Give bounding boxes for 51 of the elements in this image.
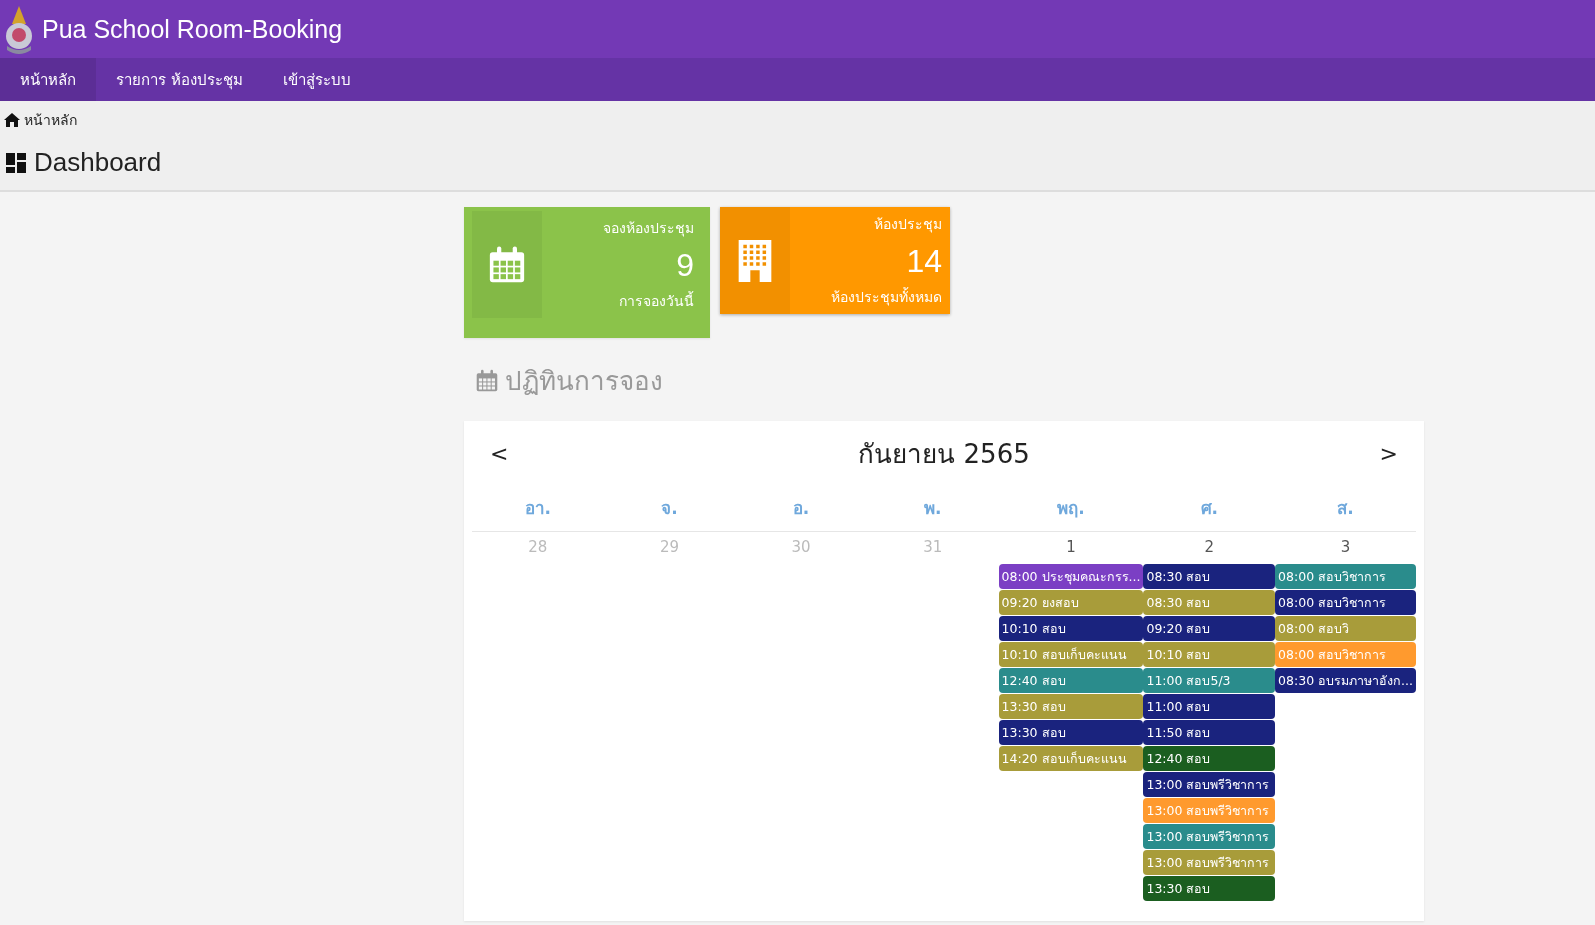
calendar-event[interactable]: 10:10 สอบ xyxy=(998,616,1144,641)
day-number: 1 xyxy=(1066,537,1076,558)
calendar-event[interactable]: 08:30 สอบ xyxy=(1143,564,1276,589)
calendar-event[interactable]: 08:30 อบรมภาษาอังก... xyxy=(1275,668,1416,693)
school-emblem-icon xyxy=(4,4,34,54)
stat-title: จองห้องประชุม xyxy=(603,219,694,239)
stat-caption: ห้องประชุมทั้งหมด xyxy=(831,286,942,308)
calendar-event[interactable]: 11:00 สอบ xyxy=(1143,694,1276,719)
stat-caption: การจองวันนี้ xyxy=(619,290,694,311)
weekday-label: อา. xyxy=(524,498,552,518)
day-number: 2 xyxy=(1204,537,1215,558)
calendar-event[interactable]: 09:20 สอบ xyxy=(1143,616,1276,641)
weekday-label: พ. xyxy=(923,498,942,518)
day-number: 28 xyxy=(528,537,548,558)
calendar-event[interactable]: 13:30 สอบ xyxy=(998,720,1144,745)
stat-value: 14 xyxy=(906,244,942,277)
calendar-event[interactable]: 08:00 สอบวิชาการ xyxy=(1275,564,1416,589)
calendar-event[interactable]: 13:00 สอบพรีวิชาการ xyxy=(1143,824,1276,849)
nav-item[interactable]: รายการ ห้องประชุม xyxy=(96,58,263,101)
previous-month-button[interactable]: < xyxy=(484,440,515,467)
month-title: กันยายน 2565 xyxy=(858,438,1030,471)
app-title: Pua School Room-Booking xyxy=(42,14,343,44)
stat-value: 9 xyxy=(676,248,694,281)
dashboard-icon xyxy=(6,152,26,173)
day-number: 29 xyxy=(659,537,679,558)
calendar-event[interactable]: 13:00 สอบพรีวิชาการ xyxy=(1143,772,1276,797)
weekday-label: ส. xyxy=(1337,498,1354,518)
nav-item[interactable]: เข้าสู่ระบบ xyxy=(262,58,371,101)
calendar-event[interactable]: 11:50 สอบ xyxy=(1143,720,1276,745)
breadcrumb-link[interactable]: หน้าหลัก xyxy=(24,109,77,131)
nav-item[interactable]: หน้าหลัก xyxy=(0,58,96,101)
day-number: 3 xyxy=(1340,537,1351,558)
calendar-event[interactable]: 13:30 สอบ xyxy=(1143,876,1276,901)
calendar-event[interactable]: 12:40 สอบ xyxy=(1143,746,1276,771)
calendar-event[interactable]: 08:00 สอบวิชาการ xyxy=(1275,590,1416,615)
weekday-label: พฤ. xyxy=(1057,498,1085,518)
section-heading: ปฏิทินการจอง xyxy=(505,365,663,398)
building-icon xyxy=(738,239,772,282)
day-number: 30 xyxy=(791,537,811,558)
weekday-label: ศ. xyxy=(1200,498,1218,518)
page-title: Dashboard xyxy=(34,147,162,178)
calendar-icon xyxy=(475,367,499,394)
home-icon xyxy=(4,113,20,127)
calendar-event[interactable]: 12:40 สอบ xyxy=(998,668,1144,693)
stat-title: ห้องประชุม xyxy=(874,215,942,235)
weekday-label: จ. xyxy=(661,498,678,518)
next-month-button[interactable]: > xyxy=(1373,440,1404,467)
day-number: 31 xyxy=(923,537,943,558)
calendar-event[interactable]: 11:00 สอบ5/3 xyxy=(1143,668,1276,693)
calendar-event[interactable]: 08:00 ประชุมคณะกรร... xyxy=(998,564,1144,589)
weekday-label: อ. xyxy=(792,498,810,518)
